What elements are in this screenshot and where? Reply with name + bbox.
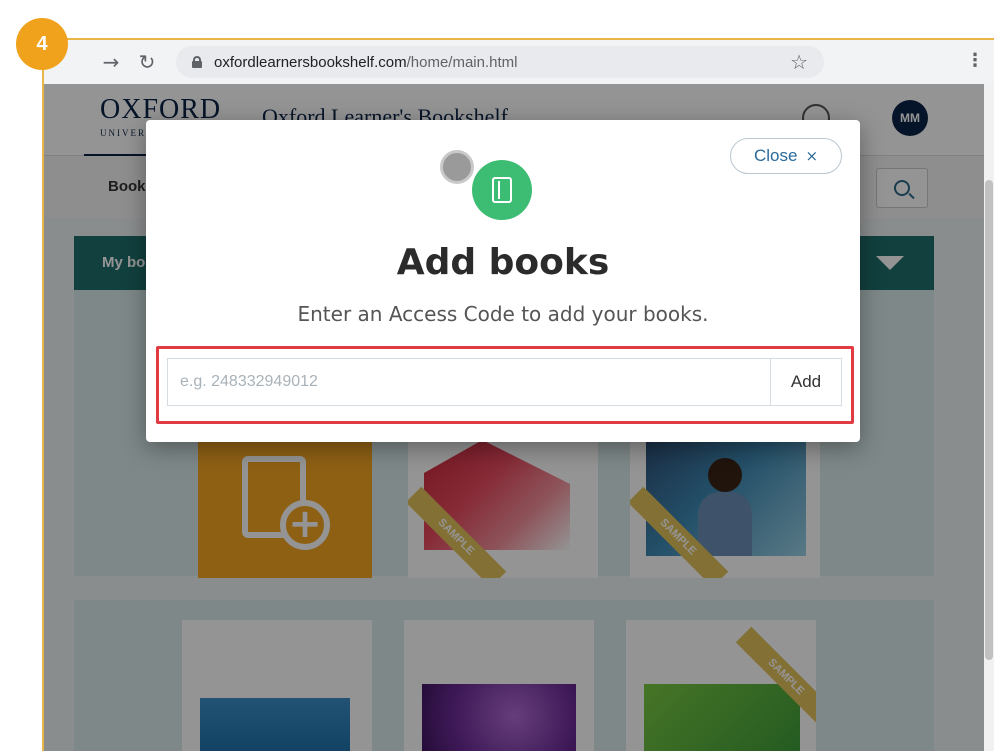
close-button[interactable]: Close ×: [730, 138, 842, 174]
dialog-subtitle: Enter an Access Code to add your books.: [297, 302, 709, 326]
url-host: oxfordlearnersbookshelf.com: [214, 53, 407, 71]
loading-dot: [440, 150, 474, 184]
close-icon: ×: [805, 147, 819, 165]
add-button[interactable]: Add: [770, 358, 842, 406]
page-scrollbar[interactable]: [984, 84, 994, 751]
address-bar[interactable]: oxfordlearnersbookshelf.com /home/main.h…: [176, 46, 824, 78]
notebook-icon-badge: [472, 160, 532, 220]
step-number-badge: 4: [16, 18, 68, 70]
notebook-icon: [492, 177, 512, 203]
reload-icon[interactable]: ↻: [132, 50, 162, 74]
close-button-label: Close: [753, 146, 798, 165]
access-code-input[interactable]: [167, 358, 775, 406]
annotation-frame-top: [40, 38, 994, 40]
menu-icon[interactable]: ⋮: [966, 50, 984, 71]
annotation-frame-left: [42, 60, 44, 751]
dialog-title: Add books: [396, 242, 610, 283]
screenshot-root: → ↻ oxfordlearnersbookshelf.com /home/ma…: [0, 0, 994, 751]
url-path: /home/main.html: [406, 53, 518, 71]
scrollbar-thumb[interactable]: [985, 180, 993, 660]
browser-toolbar: → ↻ oxfordlearnersbookshelf.com /home/ma…: [44, 40, 994, 84]
forward-icon[interactable]: →: [96, 50, 126, 74]
star-icon[interactable]: ☆: [790, 50, 808, 74]
lock-icon: [192, 56, 202, 68]
add-books-dialog: Close × Add books Enter an Access Code t…: [146, 120, 860, 442]
